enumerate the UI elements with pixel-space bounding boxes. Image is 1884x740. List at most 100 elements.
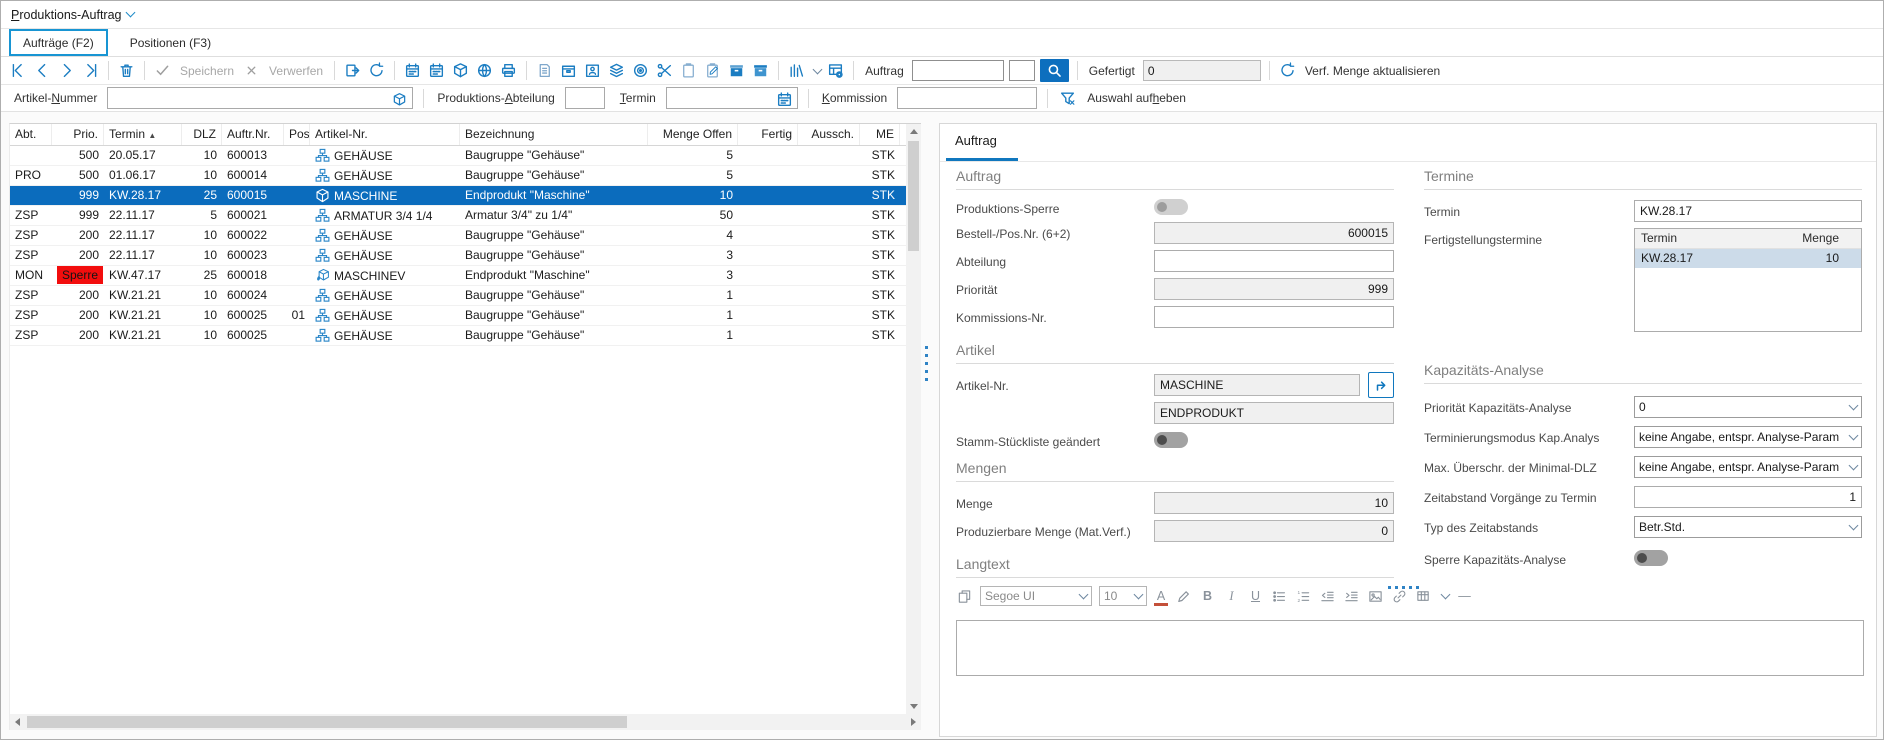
produktions-sperre-toggle[interactable] [1154,199,1188,215]
fertig-col-menge[interactable]: Menge [1802,229,1839,248]
table-row[interactable]: ZSP200KW.21.2110600025GEHÄUSEBaugruppe "… [10,326,907,346]
chevron-down-icon[interactable] [813,64,823,74]
link-icon[interactable] [1391,588,1408,605]
fertig-list-row[interactable]: KW.28.1710 [1635,249,1861,268]
bold-button[interactable]: B [1199,588,1216,605]
clipboard-icon[interactable] [679,61,698,80]
scroll-down-icon[interactable] [906,699,921,714]
column-header-Abt.[interactable]: Abt. [10,124,52,145]
goto-artikel-button[interactable] [1368,372,1394,398]
horizontal-scrollbar[interactable] [10,714,921,730]
italic-button[interactable]: I [1223,588,1240,605]
column-header-Termin[interactable]: Termin ▲ [104,124,182,145]
detail-tab-auftrag[interactable]: Auftrag [955,133,997,148]
column-header-Prio.[interactable]: Prio. [52,124,104,145]
last-record-icon[interactable] [81,61,100,80]
stammliste-toggle[interactable] [1154,432,1188,448]
split-scissors-icon[interactable] [655,61,674,80]
pane-splitter[interactable] [924,346,929,381]
layers-icon[interactable] [607,61,626,80]
discard-x-icon[interactable] [242,61,261,80]
scroll-left-icon[interactable] [10,714,25,729]
kap-modus-select[interactable]: keine Angabe, entspr. Analyse-Param [1634,426,1862,448]
abteilung-input[interactable] [1154,250,1394,272]
kap-abstand-input[interactable]: 1 [1634,486,1862,508]
storage-box-icon[interactable] [727,61,746,80]
previous-record-icon[interactable] [33,61,52,80]
table-row[interactable]: ZSP200KW.21.211060002501GEHÄUSEBaugruppe… [10,306,907,326]
app-menu-produktions-auftrag[interactable]: Produktions-Auftrag [11,8,134,22]
package-icon[interactable] [390,90,409,109]
table-row[interactable]: ZSP20022.11.1710600022GEHÄUSEBaugruppe "… [10,226,907,246]
fertig-col-termin[interactable]: Termin [1641,229,1677,248]
kap-sperre-toggle[interactable] [1634,550,1668,566]
termin-input[interactable]: KW.28.17 [1634,200,1862,222]
delete-icon[interactable] [117,61,136,80]
archive-icon[interactable] [559,61,578,80]
section-splitter[interactable] [1388,586,1419,589]
document-icon[interactable] [535,61,554,80]
underline-button[interactable]: U [1247,588,1264,605]
produktions-abteilung-input[interactable] [565,87,605,109]
table-row[interactable]: ZSP20022.11.1710600023GEHÄUSEBaugruppe "… [10,246,907,266]
tab-auftraege[interactable]: Aufträge (F2) [9,29,108,56]
save-check-icon[interactable] [153,61,172,80]
table-row[interactable]: 999KW.28.1725600015MASCHINEEndprodukt "M… [10,186,907,206]
highlight-pen-icon[interactable] [1175,588,1192,605]
print-icon[interactable] [499,61,518,80]
calendar-icon[interactable] [775,90,794,109]
table-edit-icon[interactable] [1415,588,1432,605]
clear-selection-button[interactable]: Auswahl aufheben [1087,91,1186,105]
table-row[interactable]: MONSperreKW.47.1725600018MASCHINEVEndpro… [10,266,907,286]
kap-typ-select[interactable]: Betr.Std. [1634,516,1862,538]
column-header-Bezeichnung[interactable]: Bezeichnung [460,124,648,145]
artikel-nummer-input[interactable] [107,87,413,109]
update-quantity-button[interactable]: Verf. Menge aktualisieren [1305,64,1440,78]
fertigstellungstermine-list[interactable]: Termin Menge KW.28.1710 [1634,228,1862,332]
kommissions-nr-input[interactable] [1154,306,1394,328]
table-row[interactable]: PRO50001.06.1710600014GEHÄUSEBaugruppe "… [10,166,907,186]
column-header-Aussch.[interactable]: Aussch. [798,124,860,145]
table-row[interactable]: ZSP200KW.21.2110600024GEHÄUSEBaugruppe "… [10,286,907,306]
column-header-Auftr.Nr.[interactable]: Auftr.Nr. [222,124,284,145]
clear-filter-funnel-icon[interactable] [1058,89,1077,108]
column-header-Fertig[interactable]: Fertig [738,124,798,145]
image-icon[interactable] [1367,588,1384,605]
termin-filter-input[interactable] [666,87,798,109]
vertical-scroll-thumb[interactable] [908,141,919,251]
font-size-select[interactable]: 10 [1099,586,1147,606]
bullet-list-icon[interactable] [1271,588,1288,605]
column-header-Pos[interactable]: Pos [284,124,310,145]
refresh-icon[interactable] [367,61,386,80]
first-record-icon[interactable] [9,61,28,80]
update-quantity-refresh-icon[interactable] [1278,61,1297,80]
search-button[interactable] [1040,59,1069,82]
calendar-start-icon[interactable] [403,61,422,80]
column-header-DLZ[interactable]: DLZ [182,124,222,145]
reschedule-globe-icon[interactable] [475,61,494,80]
tab-positionen[interactable]: Positionen (F3) [118,29,223,56]
indent-icon[interactable] [1343,588,1360,605]
column-header-ME[interactable]: ME [860,124,900,145]
kap-max-select[interactable]: keine Angabe, entspr. Analyse-Param [1634,456,1862,478]
numbered-list-icon[interactable]: 12 [1295,588,1312,605]
table-row[interactable]: ZSP99922.11.175600021ARMATUR 3/4 1/4Arma… [10,206,907,226]
copy-order-icon[interactable] [343,61,362,80]
vertical-scrollbar[interactable] [906,124,921,714]
kap-prio-select[interactable]: 0 [1634,396,1862,418]
discard-button[interactable]: Verwerfen [269,64,323,78]
scroll-up-icon[interactable] [906,124,921,139]
calendar-end-icon[interactable] [427,61,446,80]
save-button[interactable]: Speichern [180,64,234,78]
auftrag-number-input[interactable] [912,60,1004,81]
report-columns-icon[interactable] [787,61,806,80]
auftrag-pos-input[interactable] [1009,60,1035,81]
column-header-Artikel-Nr.[interactable]: Artikel-Nr. [310,124,460,145]
scroll-right-icon[interactable] [906,714,921,729]
kommission-input[interactable] [897,87,1037,109]
font-color-button[interactable]: A [1154,589,1168,603]
langtext-editor[interactable] [956,620,1864,676]
table-row[interactable]: 50020.05.1710600013GEHÄUSEBaugruppe "Geh… [10,146,907,166]
next-record-icon[interactable] [57,61,76,80]
storage-box-alt-icon[interactable] [751,61,770,80]
